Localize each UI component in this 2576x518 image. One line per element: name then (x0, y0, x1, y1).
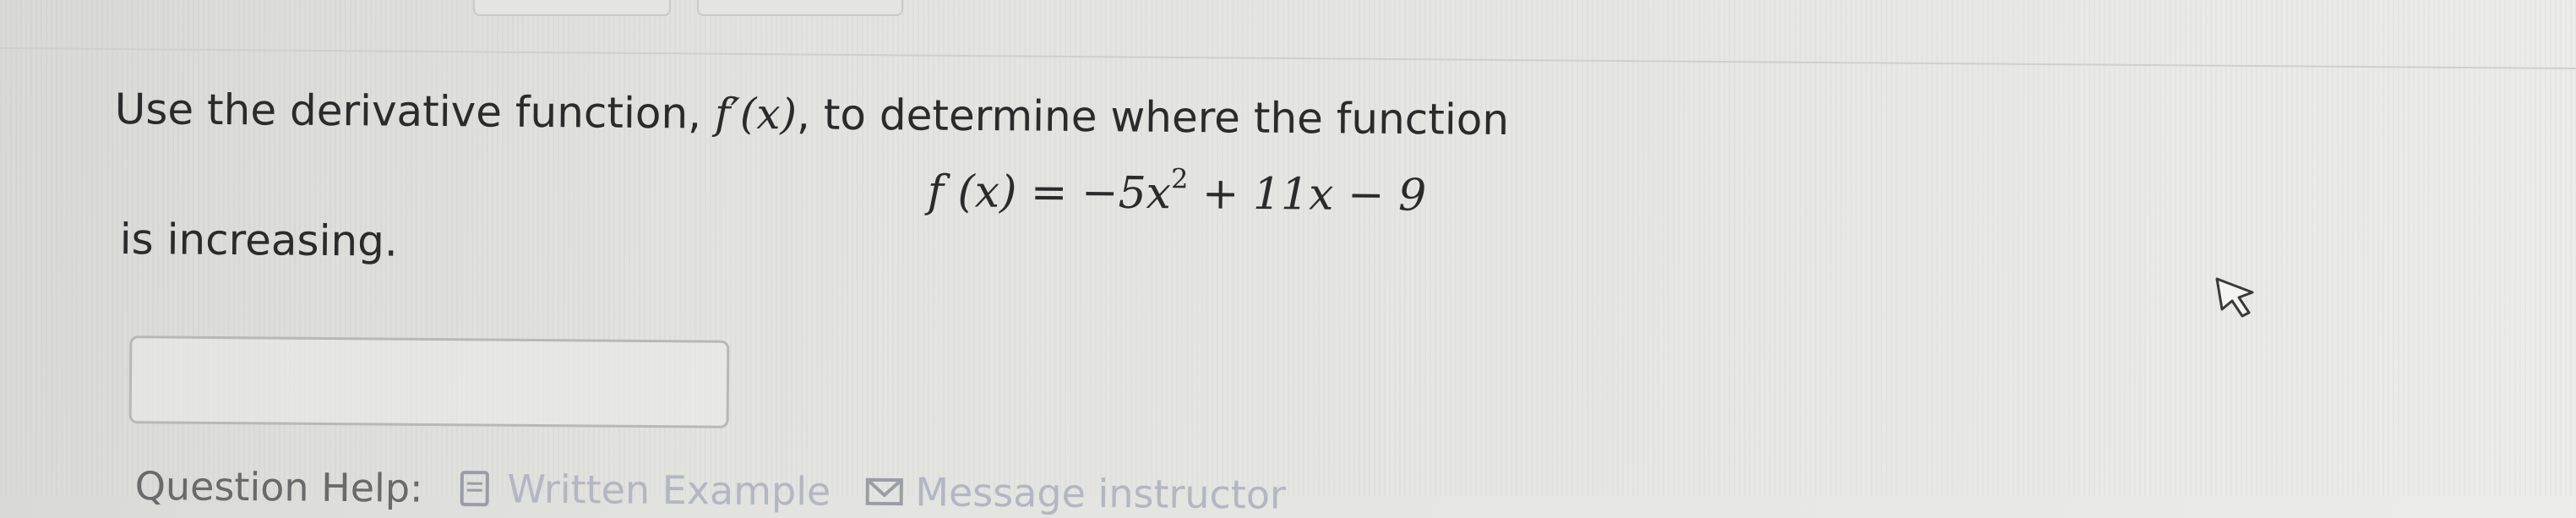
derivative-symbol: f′(x) (715, 90, 798, 139)
equation-exponent: 2 (1171, 162, 1189, 194)
written-example-label[interactable]: Written Example (507, 466, 831, 514)
function-equation: f (x) = −5x2 + 11x − 9 (927, 161, 1426, 221)
answer-input[interactable] (129, 335, 730, 428)
header-divider (0, 47, 2576, 69)
equation-rhs: + 11x − 9 (1188, 168, 1426, 221)
question-help-row: Question Help: Written Example Message i… (135, 463, 1287, 518)
question-help-label: Question Help: (135, 463, 423, 511)
top-tab-right[interactable] (697, 0, 903, 16)
question-suffix: is increasing. (120, 215, 398, 266)
equation-lhs: f (x) = −5x (927, 166, 1171, 219)
prompt-start: Use the derivative function, (115, 85, 716, 139)
mouse-cursor-icon (2212, 270, 2263, 321)
document-icon (456, 470, 495, 507)
question-prompt: Use the derivative function, f′(x), to d… (115, 85, 1510, 144)
message-instructor-label[interactable]: Message instructor (915, 469, 1286, 517)
prompt-end: , to determine where the function (797, 90, 1509, 144)
mail-icon (864, 473, 903, 510)
top-tab-left[interactable] (473, 0, 671, 16)
message-instructor-link[interactable]: Message instructor (864, 469, 1286, 518)
written-example-link[interactable]: Written Example (456, 466, 831, 514)
